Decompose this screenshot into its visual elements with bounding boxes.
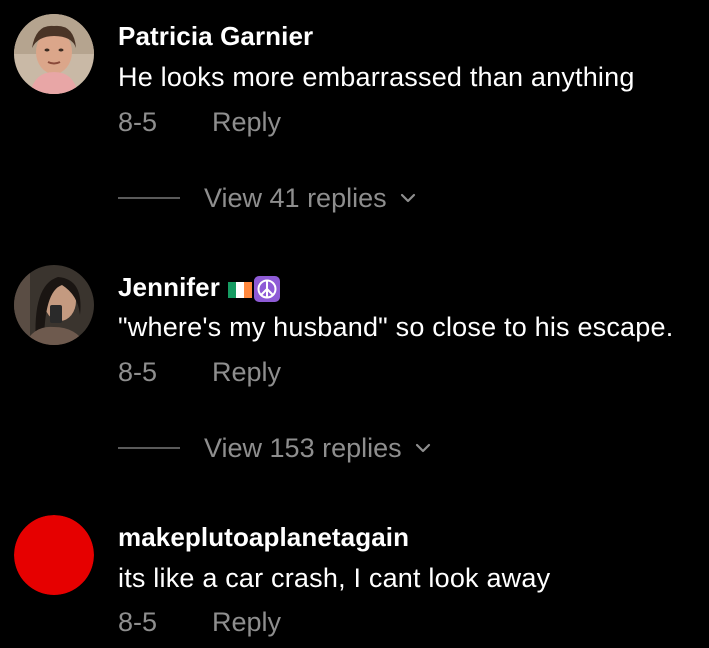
comment-meta: 8-5 Reply [118, 607, 281, 638]
comment-text: He looks more embarrassed than anything [118, 62, 635, 92]
divider-line [118, 197, 180, 199]
chevron-down-icon [400, 193, 415, 203]
comment-date: 8-5 [118, 607, 158, 637]
comment-text: "where's my husband" so close to his esc… [118, 312, 674, 342]
comment-meta: 8-5 Reply [118, 107, 281, 138]
ireland-flag-icon [227, 274, 252, 298]
comment-date: 8-5 [118, 357, 158, 387]
comment-text: its like a car crash, I cant look away [118, 563, 551, 593]
chevron-down-icon [415, 443, 430, 453]
avatar[interactable] [14, 265, 94, 345]
comment-username[interactable]: Patricia Garnier [118, 21, 313, 52]
view-replies-label: View 153 replies [204, 432, 402, 463]
comment-username[interactable]: makeplutoaplanetagain [118, 522, 409, 553]
avatar[interactable] [14, 515, 94, 595]
avatar[interactable] [14, 14, 94, 94]
divider-line [118, 447, 180, 449]
peace-symbol-icon [253, 276, 280, 302]
comment-meta: 8-5 Reply [118, 357, 281, 388]
comment-date: 8-5 [118, 107, 158, 137]
reply-button[interactable]: Reply [212, 107, 281, 138]
view-replies-button[interactable]: View 153 replies [118, 428, 432, 468]
view-replies-label: View 41 replies [204, 182, 387, 213]
reply-button[interactable]: Reply [212, 607, 281, 638]
view-replies-button[interactable]: View 41 replies [118, 178, 417, 218]
comment-username[interactable]: Jennifer [118, 272, 280, 303]
reply-button[interactable]: Reply [212, 357, 281, 388]
comment-username-text: Jennifer [118, 272, 220, 302]
